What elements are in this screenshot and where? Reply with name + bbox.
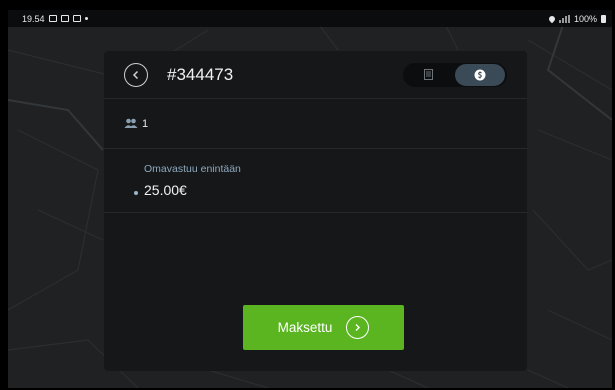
back-button[interactable] xyxy=(124,62,148,87)
passenger-count-row: 1 xyxy=(104,99,527,149)
battery-icon xyxy=(601,14,606,23)
chevron-left-icon xyxy=(132,70,139,79)
coin-icon xyxy=(474,69,486,80)
payment-view-tab[interactable] xyxy=(455,63,505,86)
paid-button-label: Maksettu xyxy=(277,320,333,335)
bullet-icon xyxy=(134,191,138,195)
panel-header: #344473 xyxy=(104,51,527,99)
receipt-icon xyxy=(423,69,433,80)
view-toggle xyxy=(403,62,507,87)
battery-percent: 100% xyxy=(573,13,597,24)
location-icon xyxy=(547,14,557,23)
chevron-right-circle-icon xyxy=(346,316,370,339)
deductible-row: Omavastuu enintään 25.00€ xyxy=(104,149,527,213)
paid-button[interactable]: Maksettu xyxy=(243,305,404,350)
message-notification-icon xyxy=(72,15,81,22)
passenger-count: 1 xyxy=(142,117,149,130)
app-window: 19.54 100% #344473 1 Omavastuu enintään … xyxy=(8,10,612,388)
deductible-label: Omavastuu enintään xyxy=(144,163,241,175)
receipt-view-tab[interactable] xyxy=(403,64,453,86)
gallery-notification-icon xyxy=(48,15,57,22)
deductible-value: 25.00€ xyxy=(144,182,187,198)
more-notifications-icon xyxy=(84,17,88,20)
people-icon xyxy=(124,118,138,128)
status-bar: 19.54 100% xyxy=(8,10,612,27)
clock: 19.54 xyxy=(22,13,45,24)
order-number: #344473 xyxy=(167,64,234,84)
app-notification-icon xyxy=(60,15,69,22)
payment-panel: #344473 1 Omavastuu enintään 25.00€ Maks… xyxy=(104,51,527,371)
signal-icon xyxy=(558,14,570,23)
